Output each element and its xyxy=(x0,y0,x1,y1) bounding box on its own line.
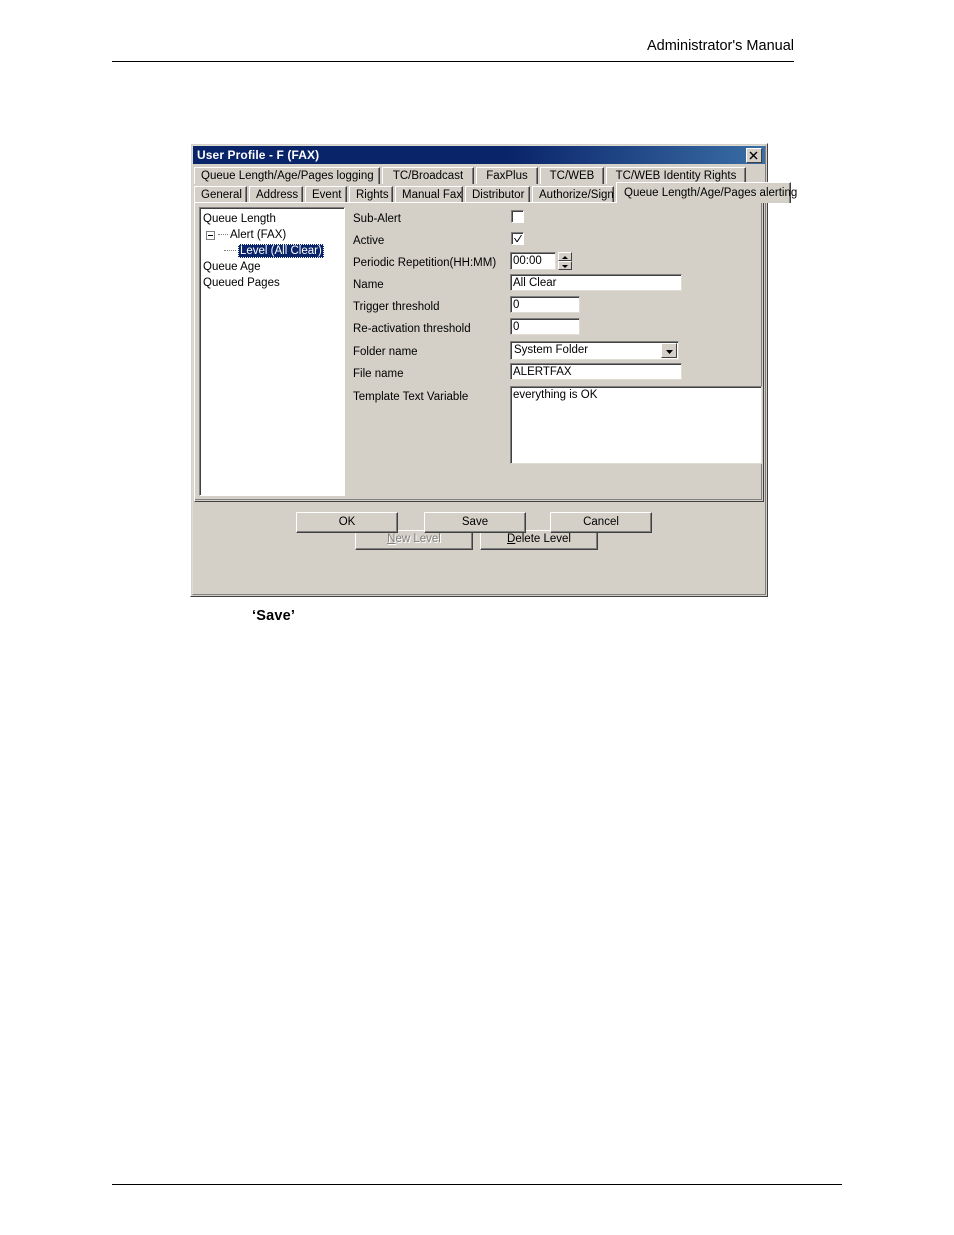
folder-name-dropdown[interactable]: System Folder xyxy=(510,341,679,360)
cancel-button[interactable]: Cancel xyxy=(550,512,652,533)
header-divider xyxy=(112,61,794,62)
template-text-variable-label: Template Text Variable xyxy=(353,391,469,403)
ok-button[interactable]: OK xyxy=(296,512,398,533)
reactivation-threshold-label: Re-activation threshold xyxy=(353,323,471,335)
periodic-repetition-input[interactable] xyxy=(510,252,556,270)
template-text-variable-textarea[interactable]: everything is OK xyxy=(510,386,762,464)
sub-alert-checkbox[interactable] xyxy=(511,210,524,223)
tree-item-alert-fax[interactable]: Alert (FAX) xyxy=(203,227,344,243)
reactivation-threshold-input[interactable] xyxy=(510,318,580,335)
spinner-buttons xyxy=(558,252,572,270)
spinner-up-icon[interactable] xyxy=(558,252,572,261)
tree-item-queue-length[interactable]: Queue Length xyxy=(203,211,344,227)
periodic-repetition-label: Periodic Repetition(HH:MM) xyxy=(353,257,497,269)
tab-queue-length-age-pages-alerting[interactable]: Queue Length/Age/Pages alerting xyxy=(616,182,797,203)
tab-queue-length-age-pages-logging[interactable]: Queue Length/Age/Pages logging xyxy=(194,167,380,184)
dialog-button-bar: OK Save Cancel xyxy=(194,506,764,538)
tree-collapse-icon[interactable] xyxy=(206,230,215,240)
tree-item-label: Queue Age xyxy=(203,261,261,273)
alert-level-form: Sub-Alert Active Periodic Repetition(HH:… xyxy=(347,203,763,550)
footer-divider xyxy=(112,1184,842,1185)
document-header: Administrator's Manual xyxy=(0,38,954,68)
file-name-input[interactable] xyxy=(510,363,682,380)
tab-address[interactable]: Address xyxy=(249,186,303,203)
document-header-title: Administrator's Manual xyxy=(646,38,794,54)
trigger-threshold-label: Trigger threshold xyxy=(353,301,440,313)
tree-connector-line xyxy=(224,250,236,252)
dialog-titlebar[interactable]: User Profile - F (FAX) xyxy=(193,146,765,164)
tree-connector-line xyxy=(218,234,228,236)
active-checkbox[interactable] xyxy=(511,232,524,245)
chevron-down-icon[interactable] xyxy=(661,343,677,358)
save-button[interactable]: Save xyxy=(424,512,526,533)
figure-caption: ‘Save’ xyxy=(252,608,296,624)
tab-general[interactable]: General xyxy=(194,186,247,203)
tab-event[interactable]: Event xyxy=(305,186,347,203)
tree-item-label: Queued Pages xyxy=(203,277,280,289)
name-input[interactable] xyxy=(510,274,682,291)
periodic-repetition-spinner[interactable] xyxy=(510,252,572,270)
active-label: Active xyxy=(353,235,385,247)
trigger-threshold-input[interactable] xyxy=(510,296,580,313)
name-label: Name xyxy=(353,279,384,291)
close-icon[interactable] xyxy=(746,147,762,163)
dialog-title: User Profile - F (FAX) xyxy=(197,148,320,162)
tab-rights[interactable]: Rights xyxy=(349,186,393,203)
sub-alert-label: Sub-Alert xyxy=(353,213,401,225)
user-profile-dialog: User Profile - F (FAX) Queue Length/Age/… xyxy=(190,143,797,597)
tree-item-level-all-clear[interactable]: Level (All Clear) xyxy=(203,243,344,259)
tree-item-queue-age[interactable]: Queue Age xyxy=(203,259,344,275)
tree-item-label: Level (All Clear) xyxy=(238,244,324,258)
file-name-label: File name xyxy=(353,368,404,380)
tab-page-queue-alerting: Queue Length Alert (FAX) Level (All Clea… xyxy=(194,202,764,550)
tab-strip: Queue Length/Age/Pages logging TC/Broadc… xyxy=(194,165,797,203)
tree-item-queued-pages[interactable]: Queued Pages xyxy=(203,275,344,291)
tree-item-label: Alert (FAX) xyxy=(230,229,287,241)
folder-name-label: Folder name xyxy=(353,346,418,358)
tab-manual-fax[interactable]: Manual Fax xyxy=(395,186,463,203)
alert-tree-view[interactable]: Queue Length Alert (FAX) Level (All Clea… xyxy=(199,207,345,496)
tab-authorize-sign[interactable]: Authorize/Sign xyxy=(532,186,614,203)
tab-faxplus[interactable]: FaxPlus xyxy=(476,167,538,184)
spinner-down-icon[interactable] xyxy=(558,261,572,270)
tab-tc-web[interactable]: TC/WEB xyxy=(540,167,604,184)
tab-row-lower: General Address Event Rights Manual Fax … xyxy=(194,182,797,203)
folder-name-value: System Folder xyxy=(514,344,589,356)
tab-distributor[interactable]: Distributor xyxy=(465,186,530,203)
tree-item-label: Queue Length xyxy=(203,213,276,225)
tab-tc-broadcast[interactable]: TC/Broadcast xyxy=(382,167,474,184)
